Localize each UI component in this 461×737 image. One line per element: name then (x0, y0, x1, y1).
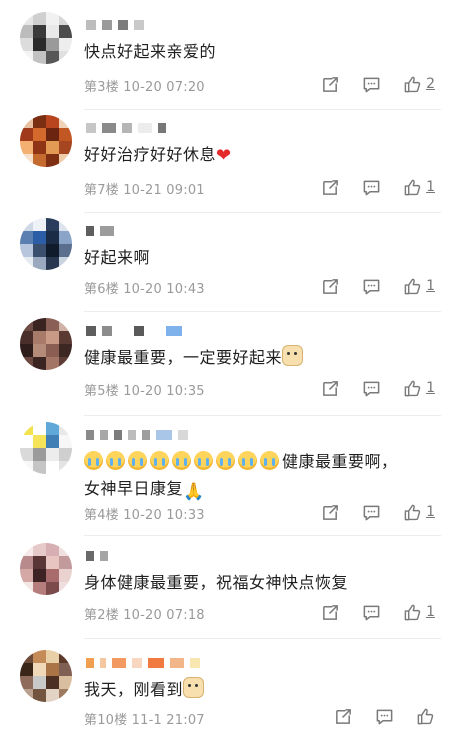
floor-and-time: 第5楼 10-20 10:35 (84, 384, 205, 399)
heart-emoji: ❤ (216, 145, 232, 166)
comment-icon (363, 381, 380, 396)
crying-face-emoji (106, 451, 125, 470)
like-button[interactable]: 1 (403, 603, 435, 622)
avatar[interactable] (20, 115, 72, 167)
repost-button[interactable] (321, 603, 340, 622)
divider (84, 638, 441, 639)
like-icon (404, 278, 421, 294)
comment-button[interactable] (362, 178, 381, 197)
like-button[interactable]: 1 (403, 277, 435, 296)
repost-icon (323, 76, 338, 92)
like-count[interactable]: 1 (426, 504, 435, 520)
comment-text: 好好治疗好好休息❤ (84, 141, 444, 169)
like-icon (404, 76, 421, 92)
like-icon (417, 708, 434, 724)
like-count[interactable]: 1 (426, 179, 435, 195)
like-button[interactable]: 2 (403, 75, 435, 94)
username-blurred[interactable] (86, 220, 120, 236)
like-count[interactable]: 1 (426, 380, 435, 396)
username-blurred[interactable] (86, 117, 172, 133)
repost-button[interactable] (321, 178, 340, 197)
comment-icon (363, 180, 380, 195)
repost-icon (336, 708, 351, 724)
avatar[interactable] (20, 422, 72, 474)
repost-icon (323, 604, 338, 620)
crying-face-emoji (238, 451, 257, 470)
dog-emoji (282, 345, 304, 366)
avatar[interactable] (20, 218, 72, 270)
crying-face-emoji (150, 451, 169, 470)
username-blurred[interactable] (86, 652, 206, 668)
crying-face-emoji (260, 451, 279, 470)
comment-button[interactable] (362, 379, 381, 398)
like-count[interactable]: 1 (426, 278, 435, 294)
like-icon (404, 179, 421, 195)
crying-face-emoji (194, 451, 213, 470)
floor-and-time: 第7楼 10-21 09:01 (84, 183, 205, 198)
divider (84, 212, 441, 213)
floor-and-time: 第2楼 10-20 07:18 (84, 608, 205, 623)
like-icon (404, 604, 421, 620)
comment-button[interactable] (362, 503, 381, 522)
repost-button[interactable] (334, 707, 353, 726)
username-blurred[interactable] (86, 545, 114, 561)
comment-text: 好起来啊 (84, 248, 151, 267)
repost-icon (323, 278, 338, 294)
comment-text: 身体健康最重要，祝福女神快点恢复 (84, 573, 349, 592)
username-blurred[interactable] (86, 320, 188, 336)
comment-icon (363, 279, 380, 294)
avatar[interactable] (20, 12, 72, 64)
comment-button[interactable] (362, 277, 381, 296)
dog-emoji (183, 677, 205, 698)
crying-face-emoji (84, 451, 103, 470)
repost-button[interactable] (321, 277, 340, 296)
comment-text: 健康最重要，一定要好起来 (84, 344, 444, 371)
comment-button[interactable] (362, 75, 381, 94)
divider (84, 109, 441, 110)
divider (84, 535, 441, 536)
comment-button[interactable] (375, 707, 394, 726)
comment-text: 快点好起来亲爱的 (84, 42, 217, 61)
crying-face-emoji (128, 451, 147, 470)
divider (84, 311, 441, 312)
comment-button[interactable] (362, 603, 381, 622)
comment-icon (363, 605, 380, 620)
like-icon (404, 504, 421, 520)
avatar[interactable] (20, 318, 72, 370)
comment-text: 健康最重要啊， 女神早日康复🙏 (84, 448, 444, 506)
floor-and-time: 第6楼 10-20 10:43 (84, 282, 205, 297)
repost-icon (323, 504, 338, 520)
like-button[interactable] (416, 707, 435, 726)
comment-icon (363, 77, 380, 92)
praying-hands-emoji: 🙏 (183, 482, 205, 502)
username-blurred[interactable] (86, 14, 150, 30)
comment-icon (376, 709, 393, 724)
like-button[interactable]: 1 (403, 503, 435, 522)
avatar[interactable] (20, 650, 72, 702)
floor-and-time: 第10楼 11-1 21:07 (84, 713, 205, 728)
repost-button[interactable] (321, 379, 340, 398)
username-blurred[interactable] (86, 424, 194, 440)
comment-text: 我天，刚看到 (84, 676, 444, 703)
avatar[interactable] (20, 543, 72, 595)
divider (84, 415, 441, 416)
like-count[interactable]: 2 (426, 76, 435, 92)
like-icon (404, 380, 421, 396)
crying-face-emoji (216, 451, 235, 470)
repost-icon (323, 380, 338, 396)
like-button[interactable]: 1 (403, 178, 435, 197)
floor-and-time: 第4楼 10-20 10:33 (84, 508, 205, 523)
repost-button[interactable] (321, 503, 340, 522)
comment-icon (363, 505, 380, 520)
like-count[interactable]: 1 (426, 604, 435, 620)
repost-button[interactable] (321, 75, 340, 94)
crying-face-emoji (172, 451, 191, 470)
like-button[interactable]: 1 (403, 379, 435, 398)
floor-and-time: 第3楼 10-20 07:20 (84, 80, 205, 95)
repost-icon (323, 179, 338, 195)
